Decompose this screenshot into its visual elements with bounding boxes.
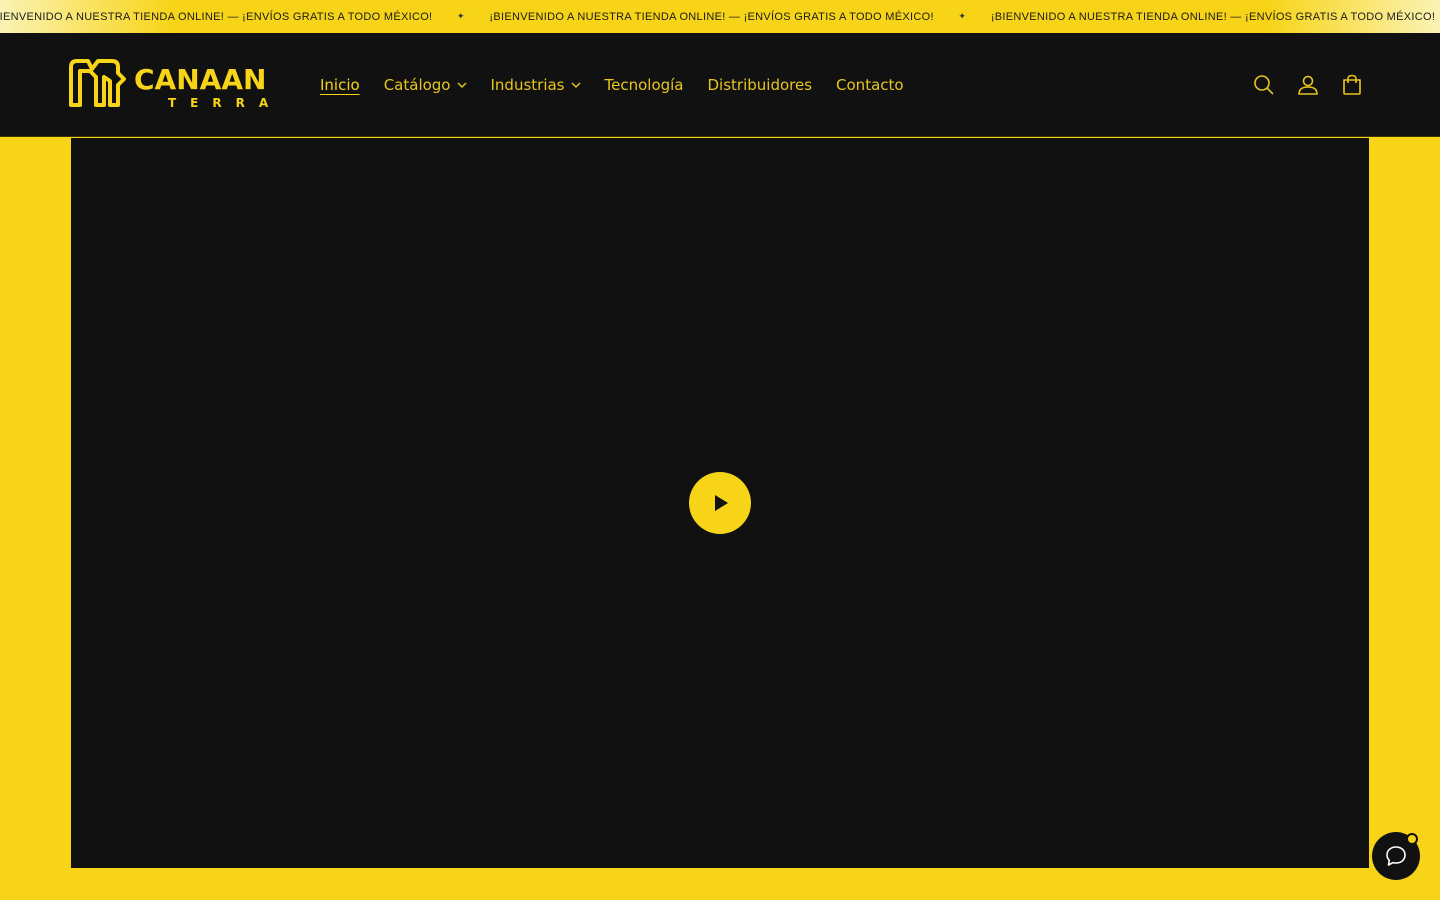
- play-icon: [715, 495, 728, 511]
- account-icon: [1298, 75, 1318, 95]
- nav-label: Tecnología: [604, 76, 684, 94]
- nav-item-tecnologia[interactable]: Tecnología: [593, 65, 696, 105]
- cart-icon: [1343, 74, 1361, 95]
- separator-icon: ✦: [1435, 11, 1440, 22]
- site-header: CANAAN TERRA Inicio Catálogo Industrias …: [0, 33, 1440, 137]
- cart-button[interactable]: [1330, 63, 1374, 107]
- chevron-down-icon: [571, 82, 580, 88]
- nav-label: Contacto: [836, 76, 904, 94]
- search-button[interactable]: [1242, 63, 1286, 107]
- separator-icon: ✦: [958, 11, 967, 21]
- nav-label: Inicio: [320, 76, 360, 94]
- announcement-bar: ¡BIENVENIDO A NUESTRA TIENDA ONLINE! — ¡…: [0, 0, 1440, 33]
- logo-sub-text: TERRA: [168, 96, 282, 110]
- main-nav: Inicio Catálogo Industrias Tecnología Di…: [308, 33, 916, 137]
- search-icon: [1254, 75, 1274, 95]
- chat-icon: [1386, 846, 1406, 866]
- chat-button[interactable]: [1372, 832, 1420, 880]
- notification-dot: [1406, 833, 1418, 845]
- nav-item-inicio[interactable]: Inicio: [308, 65, 372, 105]
- chevron-down-icon: [457, 82, 466, 88]
- nav-label: Distribuidores: [707, 76, 813, 94]
- header-icons: [1242, 33, 1374, 137]
- announcement-track: ¡BIENVENIDO A NUESTRA TIENDA ONLINE! — ¡…: [0, 0, 1440, 33]
- hero-video[interactable]: [71, 138, 1369, 868]
- nav-item-contacto[interactable]: Contacto: [824, 65, 916, 105]
- account-button[interactable]: [1286, 63, 1330, 107]
- announcement-message: ¡BIENVENIDO A NUESTRA TIENDA ONLINE! — ¡…: [489, 10, 934, 23]
- logo-mark-icon: CANAAN TERRA: [69, 59, 282, 110]
- nav-item-industrias[interactable]: Industrias: [479, 65, 593, 105]
- nav-item-distribuidores[interactable]: Distribuidores: [696, 65, 825, 105]
- nav-label: Industrias: [490, 76, 565, 94]
- play-button[interactable]: [689, 472, 751, 534]
- logo-brand-text: CANAAN: [134, 63, 266, 96]
- announcement-message: ¡BIENVENIDO A NUESTRA TIENDA ONLINE! — ¡…: [0, 10, 433, 23]
- nav-label: Catálogo: [383, 76, 451, 94]
- nav-item-catalogo[interactable]: Catálogo: [372, 65, 479, 105]
- separator-icon: ✦: [456, 11, 465, 21]
- brand-logo[interactable]: CANAAN TERRA: [68, 59, 282, 111]
- announcement-message: ¡BIENVENIDO A NUESTRA TIENDA ONLINE! — ¡…: [990, 10, 1436, 23]
